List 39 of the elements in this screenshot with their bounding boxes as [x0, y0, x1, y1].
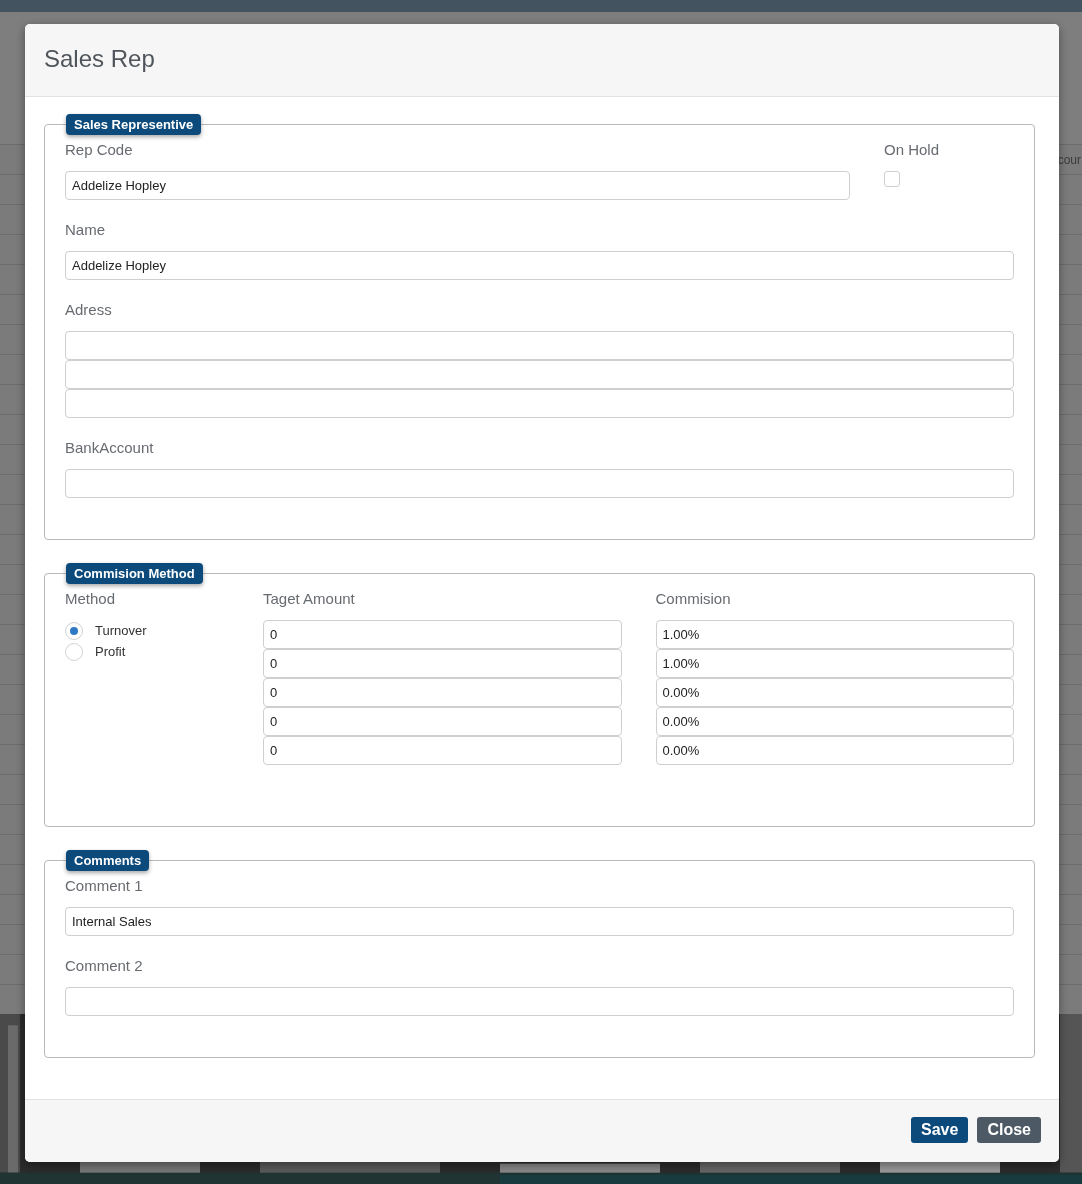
comment-field[interactable] — [65, 987, 1014, 1016]
field-label: Comment 2 — [65, 957, 144, 974]
target-amount-field[interactable]: 0 — [263, 649, 622, 678]
target-amount-field[interactable]: 0 — [263, 707, 622, 736]
rep-code-field[interactable]: Addelize Hopley — [65, 171, 850, 200]
radio-label: Profit — [95, 644, 126, 659]
field-label: Rep Code — [65, 141, 134, 158]
radio-button[interactable] — [65, 642, 83, 661]
address-field[interactable] — [65, 360, 1014, 389]
commission-field[interactable]: 1.00% — [655, 620, 1014, 649]
field-label: Name — [65, 221, 106, 238]
section-badge: Comments — [66, 850, 150, 871]
field-label: On Hold — [884, 141, 941, 158]
dialog-title: Sales Rep — [44, 44, 155, 73]
commission-field[interactable]: 0.00% — [655, 707, 1014, 736]
field-label: Method — [65, 590, 117, 607]
radio-button[interactable] — [65, 621, 83, 640]
address-field[interactable] — [65, 389, 1014, 418]
target-amount-field[interactable]: 0 — [263, 678, 622, 707]
section-badge: Sales Representive — [66, 114, 202, 135]
section-badge: Commision Method — [66, 563, 203, 584]
field-label: Comment 1 — [65, 877, 144, 894]
field-label: Taget Amount — [263, 590, 356, 607]
radio-label: Turnover — [95, 623, 147, 638]
comment-field[interactable]: Internal Sales — [65, 907, 1014, 936]
bank-account-field[interactable] — [65, 469, 1014, 498]
commission-field[interactable]: 0.00% — [655, 736, 1014, 765]
on-hold-checkbox[interactable] — [884, 171, 900, 187]
field-label: BankAccount — [65, 439, 155, 456]
field-label: Adress — [65, 301, 113, 318]
name-field[interactable]: Addelize Hopley — [65, 251, 1014, 280]
address-field[interactable] — [65, 331, 1014, 360]
field-label: Commision — [655, 590, 732, 607]
target-amount-field[interactable]: 0 — [263, 736, 622, 765]
target-amount-field[interactable]: 0 — [263, 620, 622, 649]
commission-field[interactable]: 0.00% — [655, 678, 1014, 707]
commission-field[interactable]: 1.00% — [655, 649, 1014, 678]
close-button[interactable]: Close — [977, 1117, 1041, 1143]
save-button[interactable]: Save — [911, 1117, 969, 1143]
